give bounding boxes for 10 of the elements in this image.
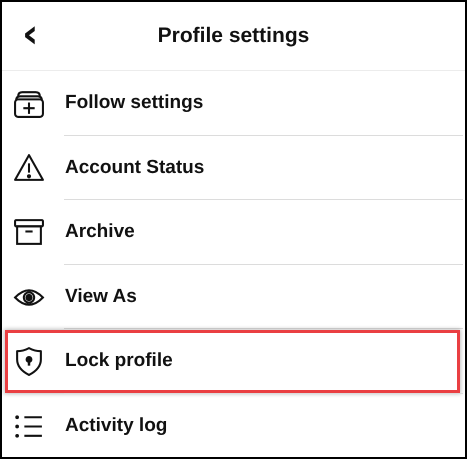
back-button[interactable]: ‹: [18, 14, 42, 54]
settings-item[interactable]: Lock profile: [2, 329, 465, 394]
settings-item[interactable]: Account Status: [2, 136, 465, 200]
shield-lock-icon: [13, 345, 45, 378]
settings-item[interactable]: View As: [2, 264, 465, 329]
warning-icon: [13, 152, 45, 184]
settings-item[interactable]: Archive: [2, 200, 465, 264]
settings-item[interactable]: Activity log: [2, 394, 465, 457]
settings-item[interactable]: Follow settings: [2, 71, 465, 136]
page-title: Profile settings: [158, 24, 310, 48]
